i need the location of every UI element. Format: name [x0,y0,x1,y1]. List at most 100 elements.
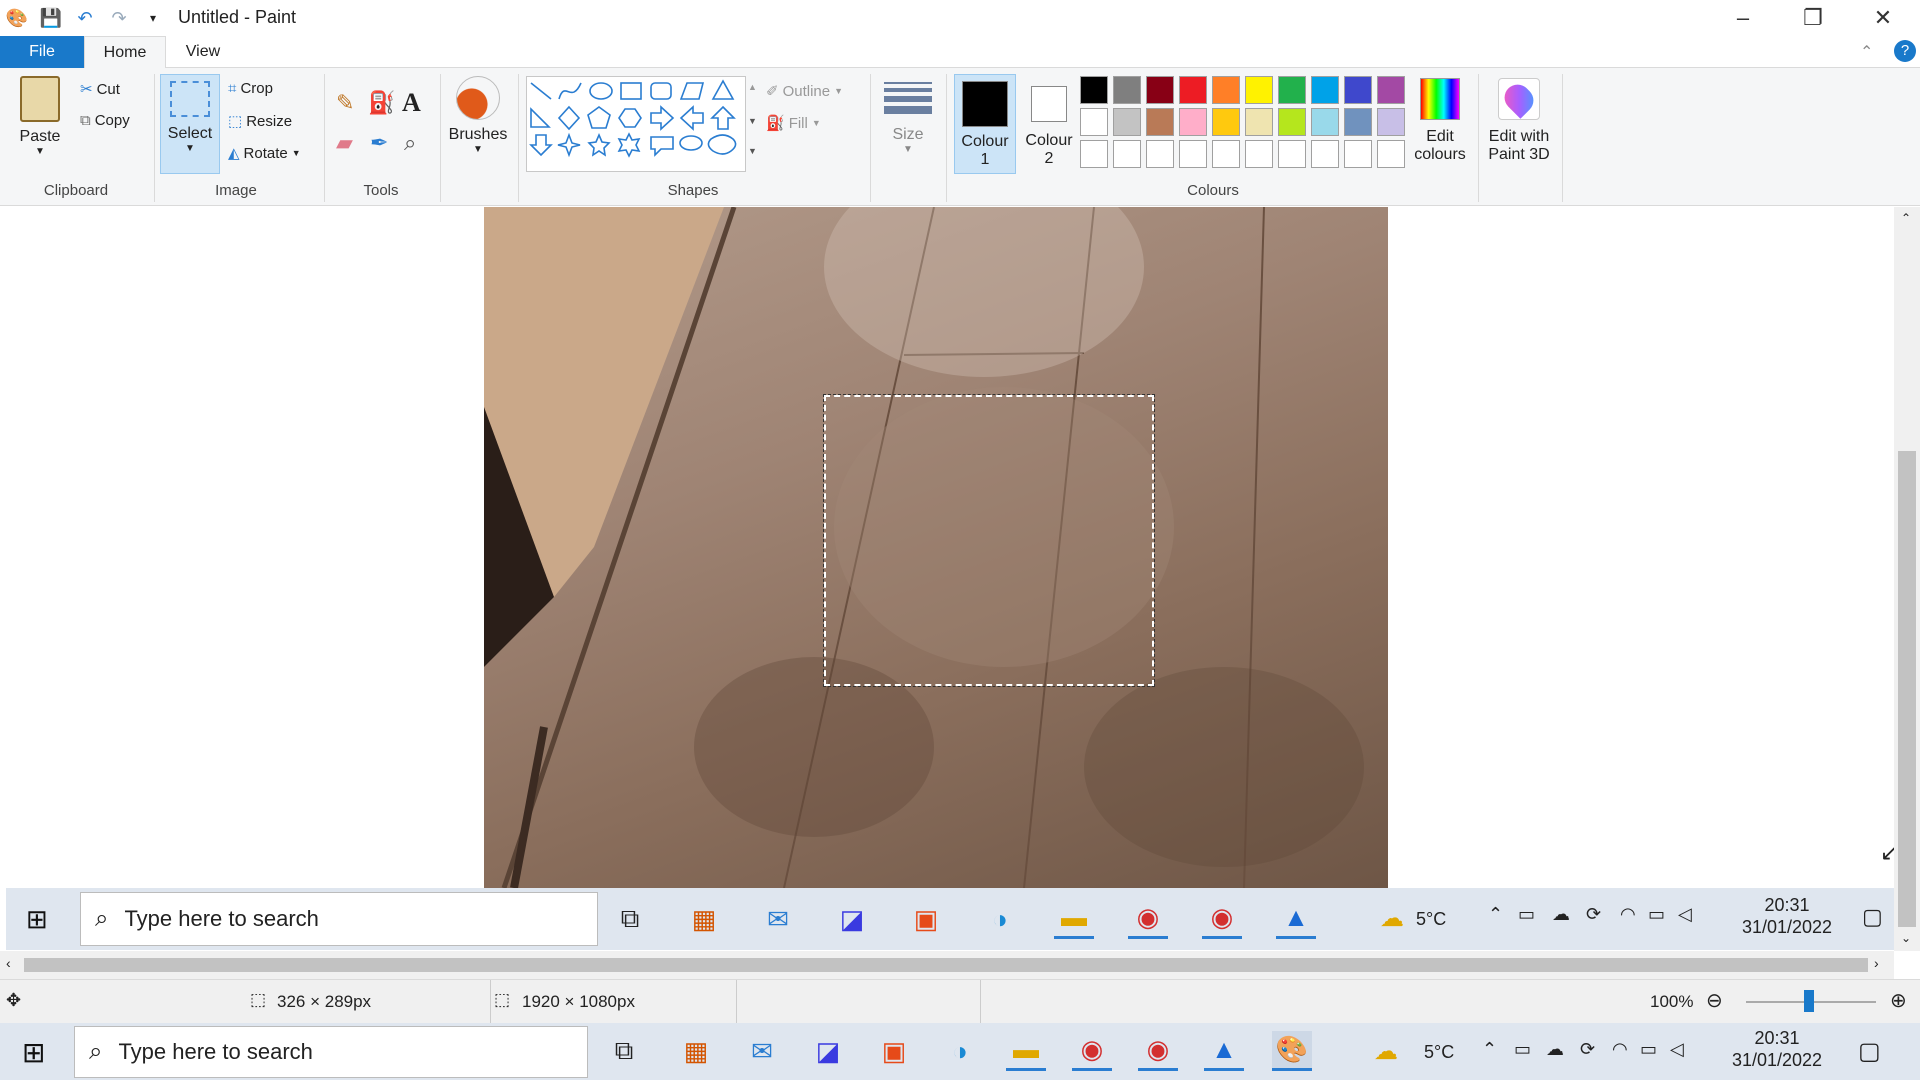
customize-qat-icon[interactable]: ▾ [140,5,166,31]
redo-icon[interactable]: ↷ [106,5,132,31]
zoom-slider-thumb[interactable] [1804,990,1814,1012]
file-explorer-icon[interactable]: ▬ [1006,1031,1046,1071]
paint-icon[interactable]: 🎨 [1272,1031,1312,1071]
wifi-icon[interactable]: ◠ [1612,1039,1628,1060]
vertical-scroll-thumb[interactable] [1898,451,1916,927]
save-icon[interactable]: 💾 [38,5,64,31]
undo-icon[interactable]: ↶ [72,5,98,31]
store-icon[interactable]: ▦ [676,1031,716,1071]
palette-swatch[interactable] [1311,108,1339,136]
palette-swatch[interactable] [1245,108,1273,136]
palette-swatch[interactable] [1344,76,1372,104]
custom-colour-slot[interactable] [1146,140,1174,168]
palette-swatch[interactable] [1344,108,1372,136]
palette-swatch[interactable] [1245,76,1273,104]
close-button[interactable]: ✕ [1848,0,1918,36]
custom-colour-slot[interactable] [1113,140,1141,168]
meet-icon[interactable]: ▭ [1514,1039,1531,1060]
horizontal-scrollbar[interactable]: ‹ › [0,951,1894,979]
onedrive-icon[interactable]: ☁ [1546,1039,1564,1060]
size-button[interactable]: Size ▼ [878,78,938,155]
palette-swatch[interactable] [1377,76,1405,104]
windows-start-icon[interactable]: ⊞ [22,1036,45,1069]
palette-swatch[interactable] [1278,108,1306,136]
tab-file[interactable]: File [0,36,84,68]
shapes-scroll-down-icon[interactable]: ▼ [748,116,757,126]
palette-swatch[interactable] [1179,76,1207,104]
fill-button[interactable]: ⛽ Fill ▼ [766,114,821,133]
vertical-scrollbar[interactable]: ⌃ ⌄ [1894,207,1920,951]
app-icon[interactable]: ◪ [808,1031,848,1071]
custom-colour-slot[interactable] [1377,140,1405,168]
scroll-down-icon[interactable]: ⌄ [1901,931,1911,945]
palette-swatch[interactable] [1080,76,1108,104]
edit-colours-button[interactable]: Edit colours [1412,78,1468,164]
clock[interactable]: 20:31 31/01/2022 [1722,1027,1832,1071]
shapes-scroll-up-icon[interactable]: ▲ [748,82,757,92]
scroll-right-icon[interactable]: › [1874,955,1879,971]
palette-swatch[interactable] [1146,108,1174,136]
eraser-icon[interactable]: ▰ [336,130,353,156]
shapes-gallery[interactable] [526,76,746,172]
colour-picker-icon[interactable]: ✒ [370,130,388,156]
brushes-button[interactable]: Brushes ▼ [446,76,510,155]
scroll-left-icon[interactable]: ‹ [6,955,11,971]
text-tool-icon[interactable]: A [402,88,421,118]
chrome-icon[interactable]: ◉ [1072,1031,1112,1071]
custom-colour-slot[interactable] [1080,140,1108,168]
cut-button[interactable]: ✂ Cut [80,80,120,99]
notifications-icon[interactable]: ▢ [1858,1037,1881,1066]
palette-swatch[interactable] [1113,76,1141,104]
minimize-button[interactable]: – [1708,0,1778,36]
colour1-button[interactable]: Colour 1 [954,74,1016,174]
palette-swatch[interactable] [1212,76,1240,104]
battery-icon[interactable]: ▭ [1640,1039,1657,1060]
collapse-ribbon-icon[interactable]: ⌃ [1860,42,1873,62]
pencil-icon[interactable]: ✎ [336,90,354,116]
weather-icon[interactable]: ☁ [1374,1037,1398,1066]
rotate-button[interactable]: ◭ Rotate ▼ [228,144,301,163]
palette-swatch[interactable] [1377,108,1405,136]
photos-icon[interactable]: ▲ [1204,1031,1244,1071]
task-view-icon[interactable]: ⧉ [604,1031,644,1071]
zoom-in-icon[interactable]: ⊕ [1890,988,1907,1013]
tab-view[interactable]: View [166,36,240,68]
chrome-icon[interactable]: ◉ [1138,1031,1178,1071]
scroll-up-icon[interactable]: ⌃ [1901,211,1911,225]
custom-colour-slot[interactable] [1278,140,1306,168]
shapes-expand-icon[interactable]: ▼ [748,146,757,156]
tab-home[interactable]: Home [84,36,166,69]
office-icon[interactable]: ▣ [874,1031,914,1071]
search-box[interactable]: ⌕ Type here to search [74,1026,588,1078]
paint-app-icon[interactable]: 🎨 [4,5,30,31]
horizontal-scroll-thumb[interactable] [24,958,1868,972]
selection-rectangle[interactable] [823,394,1155,687]
volume-icon[interactable]: ◁ [1670,1039,1684,1060]
sync-icon[interactable]: ⟳ [1580,1039,1595,1060]
custom-colour-slot[interactable] [1212,140,1240,168]
custom-colour-slot[interactable] [1245,140,1273,168]
mail-icon[interactable]: ✉ [742,1031,782,1071]
weather-temperature[interactable]: 5°C [1424,1041,1454,1063]
palette-swatch[interactable] [1080,108,1108,136]
zoom-out-icon[interactable]: ⊖ [1706,988,1723,1013]
paste-button[interactable]: Paste ▼ [16,76,64,157]
palette-swatch[interactable] [1212,108,1240,136]
edit-with-paint3d-button[interactable]: Edit with Paint 3D [1484,78,1554,164]
outline-button[interactable]: ✐ Outline ▼ [766,82,843,101]
custom-colour-slot[interactable] [1344,140,1372,168]
help-icon[interactable]: ? [1894,40,1916,62]
fill-bucket-icon[interactable]: ⛽ [368,90,395,116]
select-button[interactable]: Select ▼ [160,74,220,174]
palette-swatch[interactable] [1146,76,1174,104]
palette-swatch[interactable] [1278,76,1306,104]
restore-button[interactable]: ❐ [1778,0,1848,36]
copy-button[interactable]: ⧉ Copy [80,112,130,129]
edge-icon[interactable]: ◑ [940,1031,980,1071]
tray-chevron-icon[interactable]: ⌃ [1482,1039,1497,1060]
resize-button[interactable]: ⬚ Resize [228,112,292,131]
palette-swatch[interactable] [1311,76,1339,104]
palette-swatch[interactable] [1113,108,1141,136]
crop-button[interactable]: ⌗ Crop [228,80,273,97]
custom-colour-slot[interactable] [1179,140,1207,168]
